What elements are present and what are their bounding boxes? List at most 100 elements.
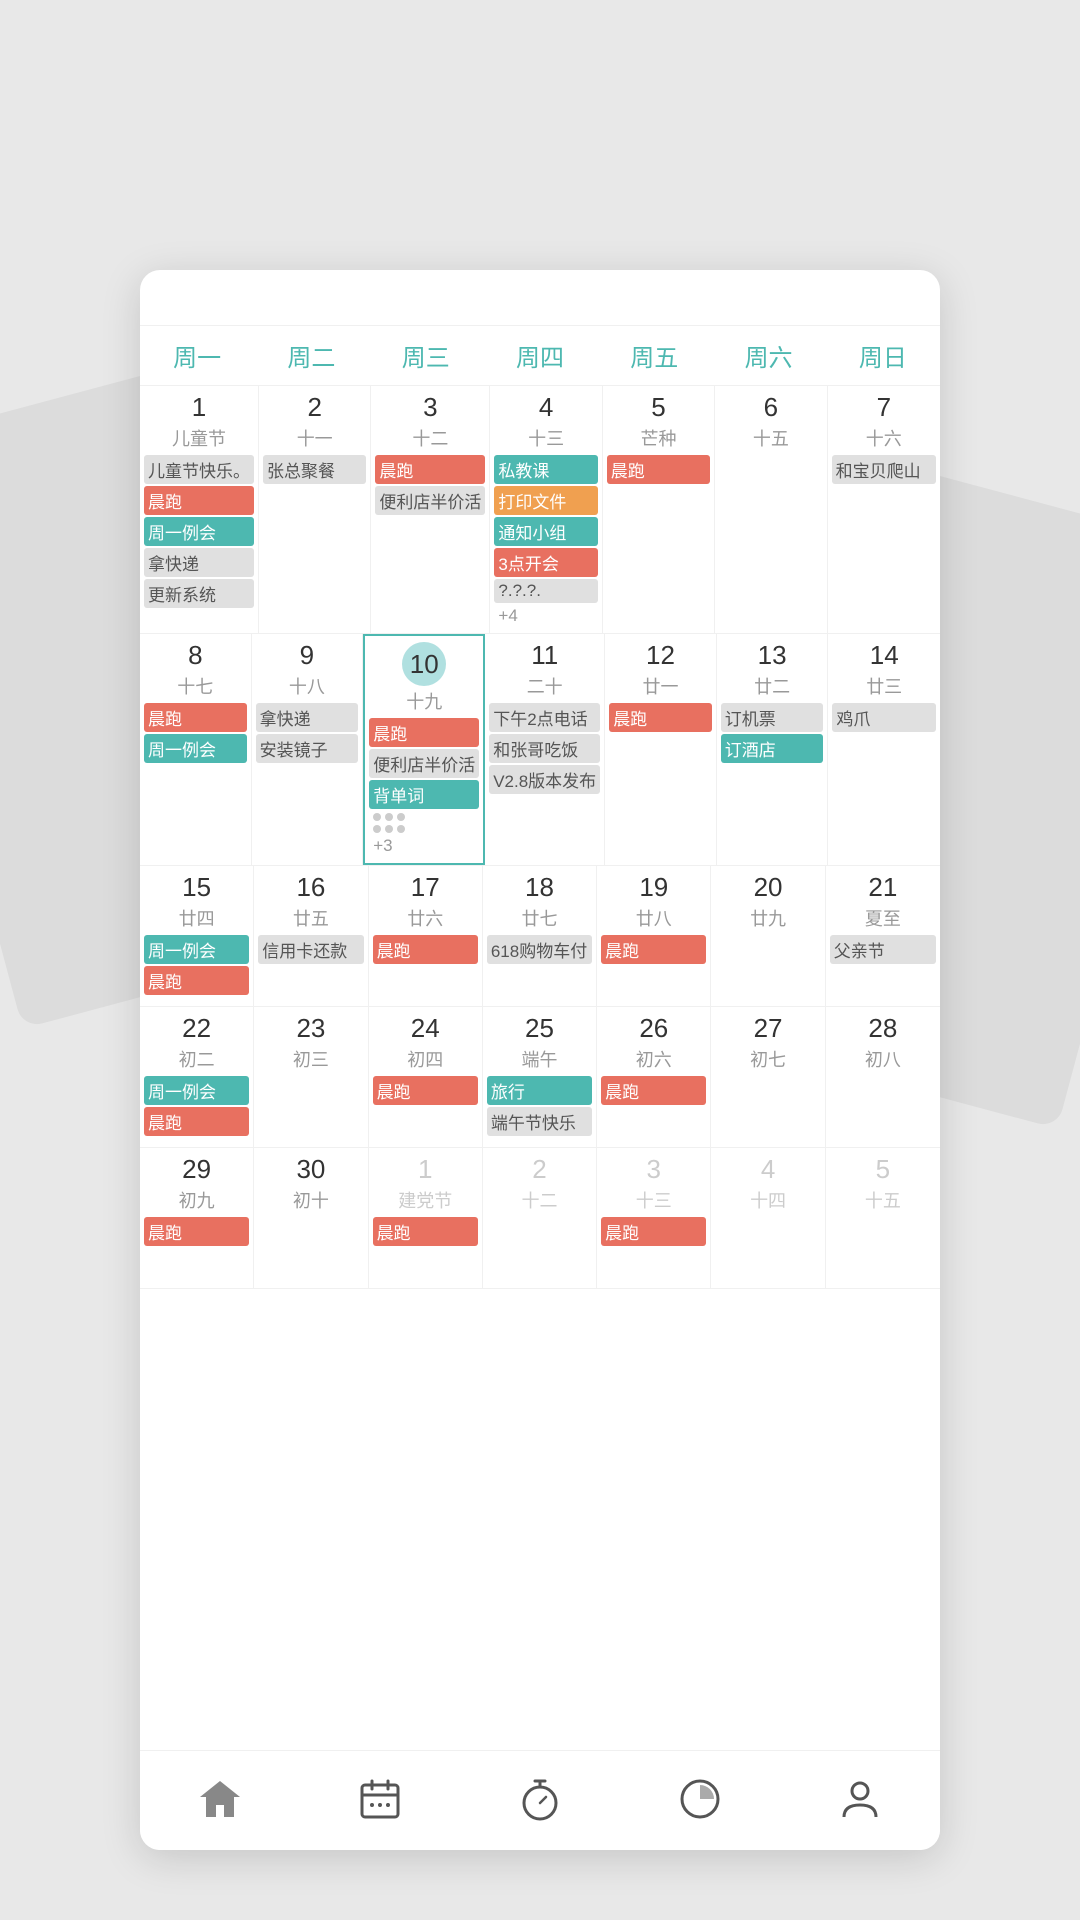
day-cell[interactable]: 28初八 [826,1007,940,1147]
event-tag[interactable]: 晨跑 [144,703,247,732]
event-tag[interactable]: 更新系统 [144,579,254,608]
more-events-tag[interactable]: +4 [494,605,597,627]
event-tag[interactable]: 618购物车付 [487,935,592,964]
day-cell[interactable]: 16廿五信用卡还款 [254,866,368,1006]
nav-timer[interactable] [516,1775,564,1827]
event-tag[interactable]: 背单词 [369,780,479,809]
more-events-tag[interactable]: +3 [369,835,479,857]
event-tag[interactable]: 晨跑 [373,935,478,964]
nav-profile[interactable] [836,1775,884,1827]
event-tag[interactable]: 下午2点电话 [489,703,600,732]
day-number: 9 [256,640,359,671]
event-tag[interactable]: 私教课 [494,455,597,484]
event-tag[interactable]: 旅行 [487,1076,592,1105]
day-cell[interactable]: 7十六和宝贝爬山 [828,386,940,633]
day-cell[interactable]: 26初六晨跑 [597,1007,711,1147]
day-cell[interactable]: 13廿二订机票订酒店 [717,634,829,865]
day-cell[interactable]: 2十二 [483,1148,597,1288]
event-tag[interactable]: 晨跑 [601,1217,706,1246]
week-day-label: 周四 [483,326,597,385]
day-cell[interactable]: 25端午旅行端午节快乐 [483,1007,597,1147]
event-tag[interactable]: 便利店半价活 [369,749,479,778]
day-number: 18 [487,872,592,903]
day-cell[interactable]: 15廿四周一例会晨跑 [140,866,254,1006]
event-tag[interactable]: 晨跑 [144,966,249,995]
day-number: 29 [144,1154,249,1185]
event-tag[interactable]: 晨跑 [144,1107,249,1136]
event-tag[interactable]: 晨跑 [373,1217,478,1246]
day-cell[interactable]: 17廿六晨跑 [369,866,483,1006]
event-tag[interactable]: 和张哥吃饭 [489,734,600,763]
day-cell[interactable]: 19廿八晨跑 [597,866,711,1006]
nav-home[interactable] [196,1775,244,1827]
day-cell[interactable]: 9十八拿快递安装镜子 [252,634,364,865]
day-cell[interactable]: 2十一张总聚餐 [259,386,371,633]
day-cell[interactable]: 5芒种晨跑 [603,386,715,633]
event-tag[interactable]: 订酒店 [721,734,824,763]
event-tag[interactable]: 3点开会 [494,548,597,577]
day-cell[interactable]: 6十五 [715,386,827,633]
day-cell[interactable]: 3十二晨跑便利店半价活 [371,386,490,633]
day-number: 26 [601,1013,706,1044]
event-tag[interactable]: 订机票 [721,703,824,732]
event-tag[interactable]: 拿快递 [256,703,359,732]
event-tag[interactable]: 周一例会 [144,1076,249,1105]
event-tag[interactable]: 晨跑 [601,1076,706,1105]
day-cell[interactable]: 12廿一晨跑 [605,634,717,865]
event-tag[interactable]: 父亲节 [830,935,936,964]
nav-calendar[interactable] [356,1775,404,1827]
day-cell[interactable]: 8十七晨跑周一例会 [140,634,252,865]
day-cell[interactable]: 21夏至父亲节 [826,866,940,1006]
event-tag[interactable]: 周一例会 [144,734,247,763]
event-tag[interactable]: 通知小组 [494,517,597,546]
day-sub-label: 十一 [263,425,366,451]
event-tag[interactable]: 安装镜子 [256,734,359,763]
event-tag[interactable]: 晨跑 [373,1076,478,1105]
event-tag[interactable]: 晨跑 [369,718,479,747]
nav-stats[interactable] [676,1775,724,1827]
event-tag[interactable]: 晨跑 [609,703,712,732]
day-cell[interactable]: 5十五 [826,1148,940,1288]
day-cell[interactable]: 10十九晨跑便利店半价活背单词+3 [363,634,485,865]
day-cell[interactable]: 4十三私教课打印文件通知小组3点开会?.?.?.+4 [490,386,602,633]
event-tag[interactable]: 拿快递 [144,548,254,577]
week-row: 22初二周一例会晨跑23初三24初四晨跑25端午旅行端午节快乐26初六晨跑27初… [140,1007,940,1148]
day-number: 22 [144,1013,249,1044]
event-tag[interactable]: 周一例会 [144,517,254,546]
event-tag[interactable]: 打印文件 [494,486,597,515]
week-row: 1儿童节儿童节快乐。晨跑周一例会拿快递更新系统2十一张总聚餐3十二晨跑便利店半价… [140,386,940,634]
day-cell[interactable]: 14廿三鸡爪 [828,634,940,865]
day-cell[interactable]: 20廿九 [711,866,825,1006]
event-tag[interactable]: 晨跑 [375,455,485,484]
day-cell[interactable]: 27初七 [711,1007,825,1147]
event-tag[interactable]: 张总聚餐 [263,455,366,484]
day-number: 25 [487,1013,592,1044]
day-cell[interactable]: 1建党节晨跑 [369,1148,483,1288]
calendar-body: 1儿童节儿童节快乐。晨跑周一例会拿快递更新系统2十一张总聚餐3十二晨跑便利店半价… [140,386,940,1756]
day-sub-label: 初三 [258,1046,363,1072]
event-tag[interactable]: 晨跑 [144,1217,249,1246]
event-tag[interactable]: 周一例会 [144,935,249,964]
event-tag[interactable]: 儿童节快乐。 [144,455,254,484]
day-cell[interactable]: 1儿童节儿童节快乐。晨跑周一例会拿快递更新系统 [140,386,259,633]
day-sub-label: 十二 [375,425,485,451]
day-cell[interactable]: 4十四 [711,1148,825,1288]
event-tag[interactable]: 信用卡还款 [258,935,363,964]
event-tag[interactable]: ?.?.?. [494,579,597,603]
day-cell[interactable]: 11二十下午2点电话和张哥吃饭V2.8版本发布 [485,634,605,865]
day-cell[interactable]: 30初十 [254,1148,368,1288]
event-tag[interactable]: 端午节快乐 [487,1107,592,1136]
day-cell[interactable]: 23初三 [254,1007,368,1147]
day-cell[interactable]: 3十三晨跑 [597,1148,711,1288]
event-tag[interactable]: 晨跑 [607,455,710,484]
event-tag[interactable]: V2.8版本发布 [489,765,600,794]
day-cell[interactable]: 29初九晨跑 [140,1148,254,1288]
event-tag[interactable]: 晨跑 [144,486,254,515]
day-cell[interactable]: 24初四晨跑 [369,1007,483,1147]
day-cell[interactable]: 18廿七618购物车付 [483,866,597,1006]
event-tag[interactable]: 鸡爪 [832,703,936,732]
event-tag[interactable]: 晨跑 [601,935,706,964]
event-tag[interactable]: 便利店半价活 [375,486,485,515]
day-cell[interactable]: 22初二周一例会晨跑 [140,1007,254,1147]
event-tag[interactable]: 和宝贝爬山 [832,455,936,484]
